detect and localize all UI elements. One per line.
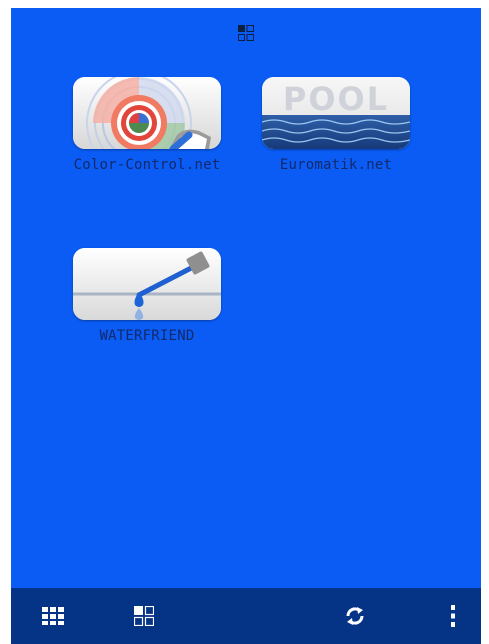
more-vertical-icon xyxy=(451,605,455,627)
more-options-button[interactable] xyxy=(439,602,467,630)
app-tile-waterfriend[interactable]: WATERFRIEND xyxy=(58,248,236,344)
refresh-button[interactable] xyxy=(341,602,369,630)
tile-view-button[interactable] xyxy=(130,602,158,630)
pool-icon: POOL xyxy=(262,77,410,149)
pool-icon-text: POOL xyxy=(283,80,389,118)
app-tile-euromatik[interactable]: POOL Euromatik.net xyxy=(247,77,425,173)
tile-view-icon xyxy=(134,606,154,626)
color-control-icon xyxy=(73,77,221,149)
grid-view-button[interactable] xyxy=(39,602,67,630)
app-label-euromatik: Euromatik.net xyxy=(279,157,393,173)
app-label-color-control: Color-Control.net xyxy=(73,157,221,173)
app-launcher-screen: Color-Control.net POOL Euromatik.net WAT… xyxy=(11,8,481,644)
bottom-toolbar xyxy=(11,588,481,644)
tile-view-indicator-icon xyxy=(238,25,254,41)
app-tile-color-control[interactable]: Color-Control.net xyxy=(58,77,236,173)
refresh-icon xyxy=(346,607,364,625)
app-label-waterfriend: WATERFRIEND xyxy=(99,328,195,344)
waterfriend-icon xyxy=(73,248,221,320)
grid-view-icon xyxy=(42,607,64,625)
